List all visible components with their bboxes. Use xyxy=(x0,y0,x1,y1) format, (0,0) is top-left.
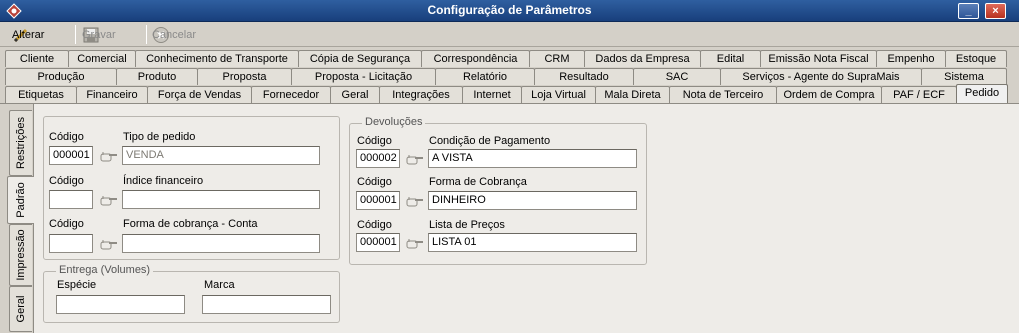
cancelar-button[interactable]: Cancelar xyxy=(152,25,196,44)
tab-proposta-licitacao[interactable]: Proposta - Licitação xyxy=(291,68,436,85)
tab-producao[interactable]: Produção xyxy=(5,68,117,85)
tab-financeiro[interactable]: Financeiro xyxy=(76,86,148,103)
forma-cobranca-code-input[interactable]: 000001 xyxy=(356,191,400,210)
window-title: Configuração de Parâmetros xyxy=(427,3,592,17)
tab-pedido[interactable]: Pedido xyxy=(956,84,1008,103)
tab-comercial[interactable]: Comercial xyxy=(68,50,136,67)
close-button[interactable]: × xyxy=(985,3,1006,19)
tab-row-1: Cliente Comercial Conhecimento de Transp… xyxy=(0,50,1019,67)
tab-paf-ecf[interactable]: PAF / ECF xyxy=(881,86,957,103)
side-tab-restricoes-label: Restrições xyxy=(15,117,27,169)
tab-integracoes[interactable]: Integrações xyxy=(379,86,463,103)
tab-emissao-nota-fiscal[interactable]: Emissão Nota Fiscal xyxy=(760,50,877,67)
side-tab-geral-label: Geral xyxy=(15,295,27,323)
tab-nota-terceiro[interactable]: Nota de Terceiro xyxy=(669,86,777,103)
minimize-button[interactable]: _ xyxy=(958,3,979,19)
codigo-label: Código xyxy=(49,131,84,143)
tipo-pedido-label: Tipo de pedido xyxy=(123,131,196,143)
lookup-hand-icon[interactable] xyxy=(405,193,425,209)
tab-geral[interactable]: Geral xyxy=(330,86,380,103)
tab-empenho[interactable]: Empenho xyxy=(876,50,946,67)
tab-internet[interactable]: Internet xyxy=(462,86,522,103)
forma-cobranca-label: Forma de Cobrança xyxy=(429,176,527,188)
especie-input[interactable] xyxy=(56,295,185,314)
gravar-label: Gravar xyxy=(82,28,116,41)
tab-cliente[interactable]: Cliente xyxy=(5,50,69,67)
lista-precos-label: Lista de Preços xyxy=(429,219,505,231)
tab-fornecedor[interactable]: Fornecedor xyxy=(251,86,331,103)
tab-relatorio[interactable]: Relatório xyxy=(435,68,535,85)
tab-copia-seguranca[interactable]: Cópia de Segurança xyxy=(298,50,422,67)
entrega-legend: Entrega (Volumes) xyxy=(56,264,154,276)
forma-cobranca-value-field[interactable]: DINHEIRO xyxy=(428,191,637,210)
tab-estoque[interactable]: Estoque xyxy=(945,50,1007,67)
condicao-pagamento-value-field[interactable]: A VISTA xyxy=(428,149,637,168)
toolbar: Alterar Gravar Cancelar xyxy=(0,22,1019,47)
tab-mala-direta[interactable]: Mala Direta xyxy=(595,86,670,103)
lista-precos-code-input[interactable]: 000001 xyxy=(356,233,400,252)
title-bar: Configuração de Parâmetros _ × xyxy=(0,0,1019,22)
lista-precos-value-field[interactable]: LISTA 01 xyxy=(428,233,637,252)
side-tab-restricoes[interactable]: Restrições xyxy=(9,110,32,176)
lookup-hand-icon[interactable] xyxy=(99,236,119,252)
tab-resultado[interactable]: Resultado xyxy=(534,68,634,85)
lookup-hand-icon[interactable] xyxy=(405,151,425,167)
indice-financeiro-value-field[interactable] xyxy=(122,190,320,209)
tab-conhecimento-transporte[interactable]: Conhecimento de Transporte xyxy=(135,50,299,67)
devolucoes-legend: Devoluções xyxy=(362,116,426,128)
forma-cobranca-conta-value-field[interactable] xyxy=(122,234,320,253)
tab-edital[interactable]: Edital xyxy=(700,50,761,67)
tipo-pedido-code-input[interactable]: 000001 xyxy=(49,146,93,165)
forma-cobranca-conta-label: Forma de cobrança - Conta xyxy=(123,218,258,230)
alterar-label: Alterar xyxy=(12,28,45,41)
codigo-label: Código xyxy=(357,219,392,231)
tab-row-2: Produção Produto Proposta Proposta - Lic… xyxy=(0,68,1019,85)
side-tab-padrao-label: Padrão xyxy=(15,182,27,218)
codigo-label: Código xyxy=(49,218,84,230)
indice-financeiro-code-input[interactable] xyxy=(49,190,93,209)
condicao-pagamento-label: Condição de Pagamento xyxy=(429,135,551,147)
tab-row-3: Etiquetas Financeiro Força de Vendas For… xyxy=(0,84,1019,103)
marca-input[interactable] xyxy=(202,295,331,314)
side-tab-geral[interactable]: Geral xyxy=(9,286,32,332)
tab-etiquetas[interactable]: Etiquetas xyxy=(5,86,77,103)
codigo-label: Código xyxy=(357,176,392,188)
tab-crm[interactable]: CRM xyxy=(529,50,585,67)
marca-label: Marca xyxy=(204,279,235,291)
indice-financeiro-label: Índice financeiro xyxy=(123,175,204,187)
lookup-hand-icon[interactable] xyxy=(405,235,425,251)
tipo-pedido-value-field[interactable]: VENDA xyxy=(122,146,320,165)
codigo-label: Código xyxy=(357,135,392,147)
tab-forca-vendas[interactable]: Força de Vendas xyxy=(147,86,252,103)
alterar-button[interactable]: Alterar xyxy=(12,25,44,44)
tab-dados-empresa[interactable]: Dados da Empresa xyxy=(584,50,701,67)
codigo-label: Código xyxy=(49,175,84,187)
tab-servicos-agente[interactable]: Serviços - Agente do SupraMais xyxy=(720,68,922,85)
side-tab-padrao[interactable]: Padrão xyxy=(7,176,34,224)
tab-sistema[interactable]: Sistema xyxy=(921,68,1007,85)
toolbar-separator xyxy=(75,25,76,44)
side-tab-impressao[interactable]: Impressão xyxy=(9,224,32,286)
tab-ordem-compra[interactable]: Ordem de Compra xyxy=(776,86,882,103)
tab-proposta[interactable]: Proposta xyxy=(197,68,292,85)
lookup-hand-icon[interactable] xyxy=(99,192,119,208)
lookup-hand-icon[interactable] xyxy=(99,148,119,164)
toolbar-separator xyxy=(146,25,147,44)
tab-sac[interactable]: SAC xyxy=(633,68,721,85)
tab-produto[interactable]: Produto xyxy=(116,68,198,85)
gravar-button[interactable]: Gravar xyxy=(82,25,116,44)
cancelar-label: Cancelar xyxy=(152,28,197,41)
tab-loja-virtual[interactable]: Loja Virtual xyxy=(521,86,596,103)
tab-correspondencia[interactable]: Correspondência xyxy=(421,50,530,67)
especie-label: Espécie xyxy=(57,279,97,291)
condicao-pagamento-code-input[interactable]: 000002 xyxy=(356,149,400,168)
forma-cobranca-conta-code-input[interactable] xyxy=(49,234,93,253)
side-tab-impressao-label: Impressão xyxy=(15,229,27,281)
